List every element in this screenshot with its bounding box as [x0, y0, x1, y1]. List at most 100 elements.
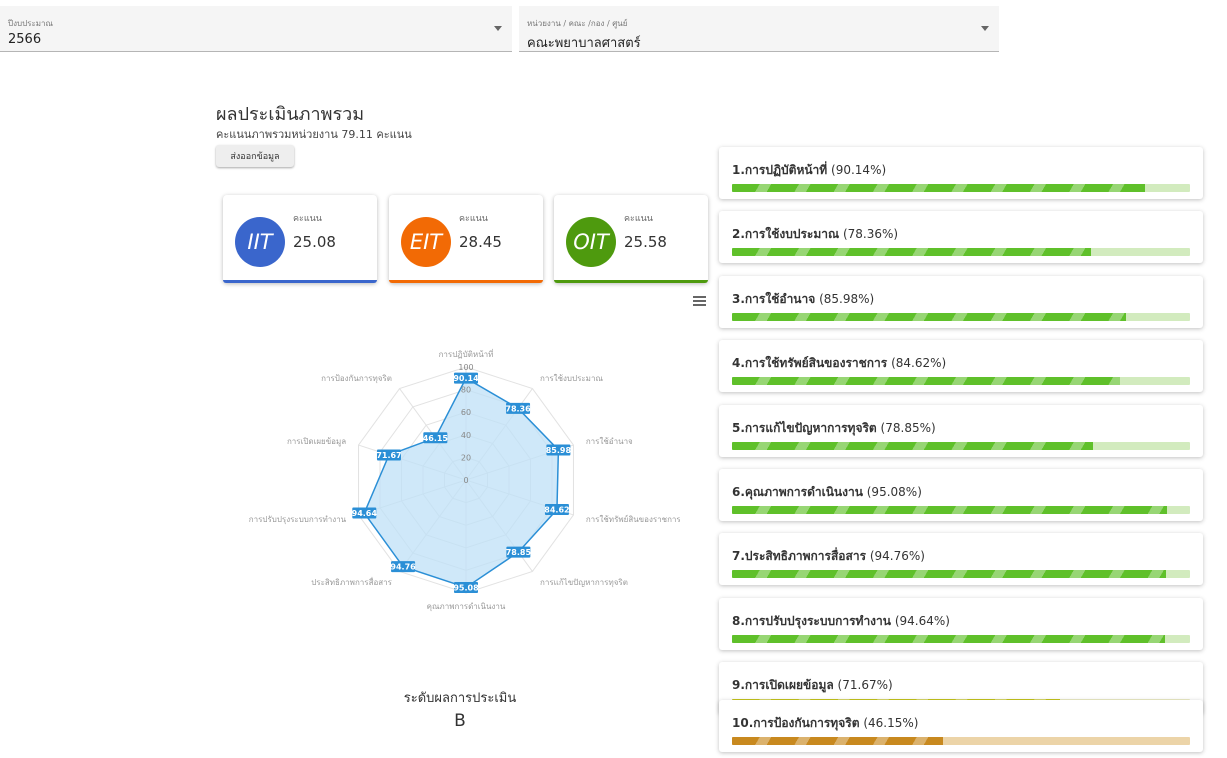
indicator-card: 5.การแก้ไขปัญหาการทุจริต (78.85%)	[719, 405, 1203, 457]
radar-tick-label: 100	[458, 363, 473, 372]
indicator-title: 1.การปฏิบัติหน้าที่ (90.14%)	[732, 161, 886, 180]
iit-card-accent	[223, 280, 377, 283]
year-select[interactable]: ปีงบประมาณ 2566	[0, 6, 512, 52]
chevron-down-icon[interactable]	[494, 26, 502, 31]
indicator-title: 7.ประสิทธิภาพการสื่อสาร (94.76%)	[732, 547, 925, 566]
oit-score-value: 25.58	[624, 233, 667, 251]
indicator-title: 2.การใช้งบประมาณ (78.36%)	[732, 225, 898, 244]
radar-tick-label: 0	[463, 476, 468, 485]
indicator-card: 1.การปฏิบัติหน้าที่ (90.14%)	[719, 147, 1203, 199]
year-select-label: ปีงบประมาณ	[8, 19, 53, 28]
iit-score-title: คะแนน	[293, 214, 322, 224]
radar-value-label: 95.08	[453, 583, 479, 592]
radar-category-label: การใช้ทรัพย์สินของราชการ	[586, 514, 680, 524]
chevron-down-icon[interactable]	[981, 26, 989, 31]
indicator-title: 5.การแก้ไขปัญหาการทุจริต (78.85%)	[732, 419, 936, 438]
indicator-bar-fill	[732, 506, 1168, 514]
radar-value-label: 71.67	[376, 451, 401, 460]
chart-menu-icon[interactable]	[693, 296, 706, 307]
indicator-percent: (95.08%)	[866, 485, 922, 499]
radar-tick-label: 40	[461, 431, 471, 440]
radar-category-label: คุณภาพการดำเนินงาน	[427, 602, 506, 611]
indicator-name: 4.การใช้ทรัพย์สินของราชการ	[732, 356, 888, 370]
eit-card-accent	[389, 280, 543, 283]
indicator-card: 3.การใช้อำนาจ (85.98%)	[719, 276, 1203, 328]
indicator-bar-fill	[732, 635, 1166, 643]
indicator-title: 8.การปรับปรุงระบบการทำงาน (94.64%)	[732, 612, 950, 631]
radar-category-label: การแก้ไขปัญหาการทุจริต	[540, 578, 628, 587]
radar-chart: 0 20 40 60 80 100 90.14 78.36 85.98 84.62 78.85 95.…	[249, 348, 680, 611]
indicator-title: 4.การใช้ทรัพย์สินของราชการ (84.62%)	[732, 354, 946, 373]
assessment-level-label: ระดับผลการประเมิน	[403, 691, 517, 706]
eit-score-card: EIT คะแนน 28.45	[389, 195, 543, 283]
indicator-card: 4.การใช้ทรัพย์สินของราชการ (84.62%)	[719, 340, 1203, 392]
eit-score-value: 28.45	[459, 233, 502, 251]
indicator-bar-fill	[732, 313, 1126, 321]
indicator-name: 7.ประสิทธิภาพการสื่อสาร	[732, 549, 867, 563]
indicator-name: 1.การปฏิบัติหน้าที่	[732, 163, 828, 177]
indicator-bar-track	[732, 442, 1190, 450]
indicator-bar-track	[732, 313, 1190, 321]
unit-select[interactable]: หน่วยงาน / คณะ /กอง / ศูนย์ คณะพยาบาลศาส…	[519, 6, 999, 52]
year-select-value: 2566	[8, 32, 42, 47]
indicator-title: 9.การเปิดเผยข้อมูล (71.67%)	[732, 676, 893, 695]
radar-value-label: 94.64	[352, 509, 378, 518]
iit-score-value: 25.08	[293, 233, 336, 251]
eit-score-title: คะแนน	[459, 214, 488, 224]
oit-score-card: OIT คะแนน 25.58	[554, 195, 708, 283]
oit-badge-icon: OIT	[566, 217, 616, 267]
indicator-name: 3.การใช้อำนาจ	[732, 292, 816, 306]
indicator-percent: (71.67%)	[837, 678, 893, 692]
indicator-percent: (78.85%)	[880, 421, 936, 435]
indicator-bar-track	[732, 737, 1190, 745]
radar-category-label: การปฏิบัติหน้าที่	[439, 348, 494, 359]
indicator-bar-fill	[732, 737, 944, 745]
eit-badge-icon: EIT	[401, 217, 451, 267]
indicator-bar-track	[732, 506, 1190, 514]
assessment-level-value: B	[454, 711, 466, 731]
export-data-button[interactable]: ส่งออกข้อมูล	[216, 145, 294, 167]
overall-score-text: คะแนนภาพรวมหน่วยงาน 79.11 คะแนน	[216, 128, 412, 141]
indicator-bar-fill	[732, 377, 1120, 385]
indicator-bar-track	[732, 570, 1190, 578]
oit-card-accent	[554, 280, 708, 283]
indicator-bar-fill	[732, 248, 1091, 256]
iit-score-card: IIT คะแนน 25.08	[223, 195, 377, 283]
radar-value-label: 46.15	[423, 434, 449, 443]
radar-value-label: 85.98	[546, 446, 572, 455]
radar-tick-label: 20	[461, 453, 471, 462]
indicator-percent: (90.14%)	[831, 163, 887, 177]
radar-category-label: การปรับปรุงระบบการทำงาน	[249, 515, 347, 524]
indicator-card: 2.การใช้งบประมาณ (78.36%)	[719, 211, 1203, 263]
indicator-card: 6.คุณภาพการดำเนินงาน (95.08%)	[719, 469, 1203, 521]
indicator-bar-track	[732, 635, 1190, 643]
oit-score-title: คะแนน	[624, 214, 653, 224]
indicator-card: 7.ประสิทธิภาพการสื่อสาร (94.76%)	[719, 533, 1203, 585]
unit-select-value: คณะพยาบาลศาสตร์	[527, 36, 641, 51]
indicator-bar-track	[732, 377, 1190, 385]
indicator-name: 10.การป้องกันการทุจริต	[732, 716, 860, 730]
indicator-name: 2.การใช้งบประมาณ	[732, 227, 840, 241]
radar-value-label: 78.36	[505, 404, 531, 413]
indicator-card: 8.การปรับปรุงระบบการทำงาน (94.64%)	[719, 598, 1203, 650]
indicator-name: 8.การปรับปรุงระบบการทำงาน	[732, 614, 891, 628]
indicator-percent: (94.76%)	[869, 549, 925, 563]
radar-value-label: 84.62	[544, 506, 569, 515]
radar-tick-label: 60	[461, 408, 471, 417]
indicator-percent: (85.98%)	[819, 292, 875, 306]
radar-category-label: การใช้อำนาจ	[586, 437, 633, 446]
unit-select-label: หน่วยงาน / คณะ /กอง / ศูนย์	[527, 19, 628, 28]
indicator-name: 6.คุณภาพการดำเนินงาน	[732, 485, 863, 499]
indicator-bar-fill	[732, 570, 1166, 578]
indicator-bar-track	[732, 248, 1190, 256]
radar-value-label: 90.14	[453, 374, 479, 383]
indicator-name: 9.การเปิดเผยข้อมูล	[732, 678, 834, 692]
radar-category-label: การป้องกันการทุจริต	[321, 374, 392, 383]
indicator-title: 10.การป้องกันการทุจริต (46.15%)	[732, 714, 918, 733]
overall-title: ผลประเมินภาพรวม	[216, 104, 365, 125]
indicator-name: 5.การแก้ไขปัญหาการทุจริต	[732, 421, 877, 435]
iit-badge-icon: IIT	[235, 217, 285, 267]
indicator-percent: (84.62%)	[891, 356, 947, 370]
indicator-percent: (46.15%)	[863, 716, 919, 730]
radar-category-label: การเปิดเผยข้อมูล	[287, 437, 346, 447]
